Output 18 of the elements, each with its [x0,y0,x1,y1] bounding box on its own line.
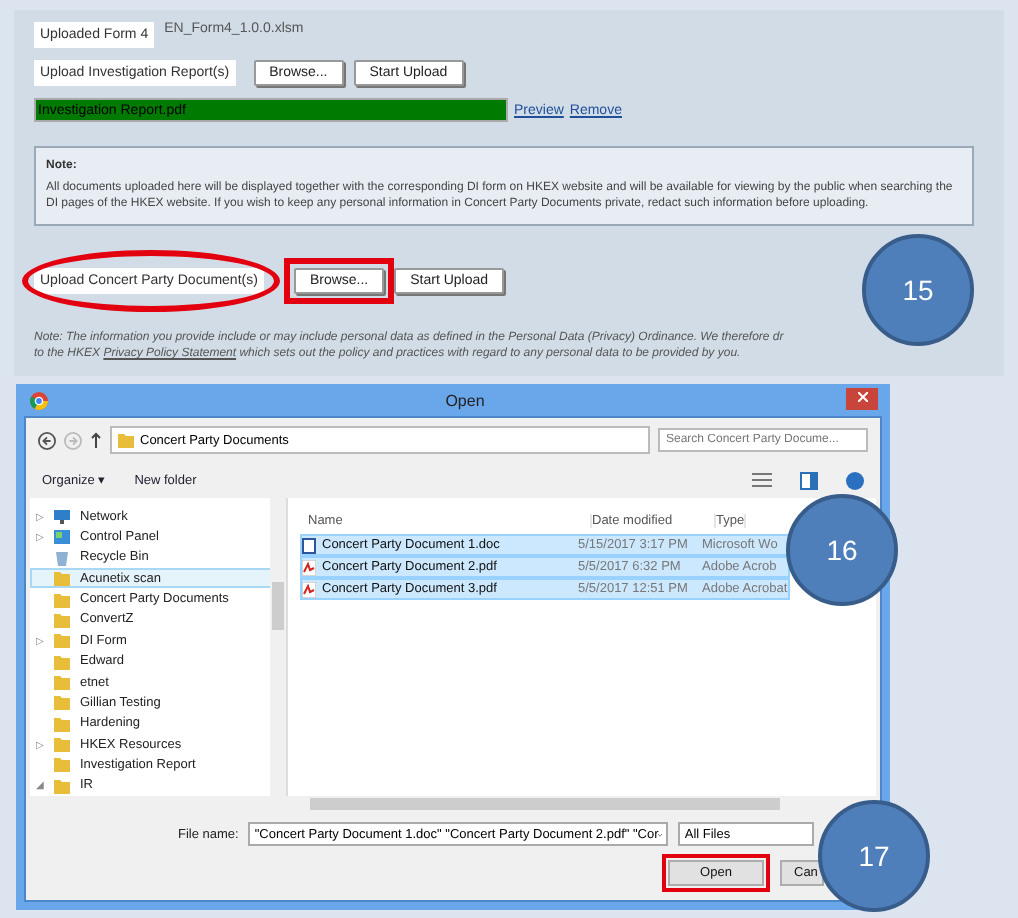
dropdown-icon[interactable] [658,831,663,837]
pdf-icon [302,559,316,575]
help-icon[interactable] [846,471,864,489]
up-icon[interactable] [90,432,102,448]
preview-pane-icon[interactable] [800,471,818,489]
window-title: Open [445,391,485,409]
folder-icon [118,432,134,448]
close-button[interactable] [846,388,878,410]
back-icon[interactable] [38,431,56,449]
view-icon[interactable] [752,472,772,488]
browser-icon [30,391,48,409]
network-icon [54,508,70,525]
pdf-icon [302,581,316,597]
document-icon [302,537,316,553]
close-icon [857,392,867,402]
step-number-badge: 17 [818,800,930,912]
recycle-bin-icon [54,549,70,566]
control-panel-icon [54,529,70,546]
